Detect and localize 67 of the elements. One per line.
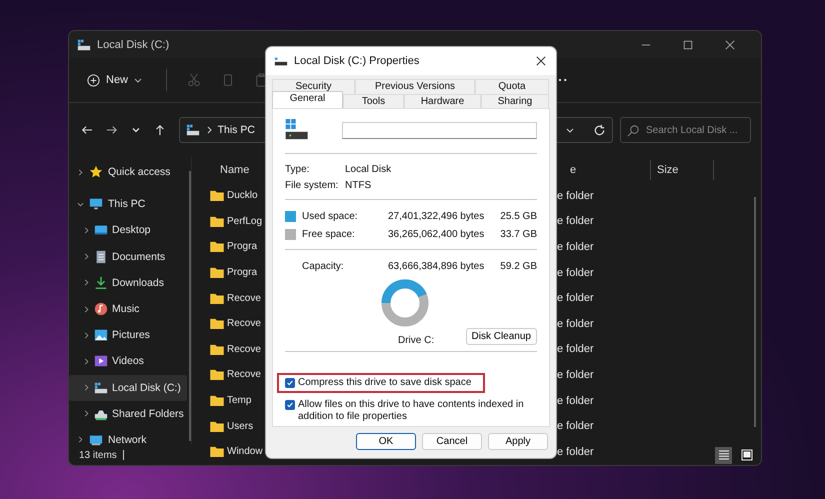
sidebar-item[interactable]: Documents (69, 244, 187, 270)
file-name[interactable]: Recove (227, 292, 263, 304)
search-field[interactable]: Search Local Disk ... (620, 117, 751, 143)
file-name[interactable]: Users (227, 420, 263, 432)
file-name[interactable]: Ducklo (227, 190, 263, 202)
dialog-title: Local Disk (C:) Properties (294, 55, 420, 67)
search-input[interactable]: Search Local Disk ... (646, 124, 746, 136)
space-size: 25.5 GB (500, 210, 537, 222)
file-name[interactable]: Temp (227, 395, 263, 406)
disk-cleanup-button[interactable]: Disk Cleanup (466, 328, 537, 344)
file-type: e folder (557, 240, 594, 253)
dialog-button[interactable]: Cancel (422, 433, 482, 450)
capacity-label: Capacity: (302, 260, 345, 272)
info-value: NTFS (345, 180, 372, 190)
file-name[interactable]: Recove (227, 344, 263, 355)
sidebar-item[interactable]: Local Disk (C:) (69, 374, 187, 401)
file-name[interactable]: Recove (227, 318, 263, 330)
file-type: e folder (557, 292, 594, 304)
checkbox-label[interactable]: Allow files on this drive to have contents indexed in addition to file properties (298, 399, 537, 423)
sidebar-item[interactable]: Music (69, 296, 187, 322)
tab[interactable]: Tools (343, 94, 404, 108)
sidebar-item[interactable]: This PC (69, 191, 187, 218)
info-value: Local Disk (345, 164, 392, 174)
sidebar-item[interactable]: Desktop (69, 217, 187, 244)
column-header[interactable]: e (570, 164, 650, 176)
file-type: e folder (557, 318, 594, 330)
tab[interactable]: Sharing (481, 94, 549, 108)
checkbox-label[interactable]: Compress this drive to save disk space (298, 377, 472, 389)
new-button[interactable]: New (83, 70, 146, 90)
window-title: Local Disk (C:) (97, 38, 170, 50)
file-name[interactable]: Recove (227, 369, 263, 380)
dialog-button[interactable]: OK (356, 433, 416, 450)
sidebar-item[interactable]: Shared Folders (69, 400, 187, 427)
capacity-size: 59.2 GB (500, 260, 537, 272)
file-type: e folder (557, 420, 594, 432)
item-count: 13 items (79, 450, 117, 460)
capacity-bytes: 63,666,384,896 bytes (388, 260, 486, 272)
file-type: e folder (557, 190, 594, 202)
file-type: e folder (557, 215, 594, 228)
file-name[interactable]: Progra (227, 267, 263, 278)
file-type: e folder (557, 394, 594, 407)
file-type: e folder (557, 446, 594, 458)
tab[interactable]: General (272, 91, 343, 108)
file-type: e folder (557, 343, 594, 356)
space-size: 33.7 GB (500, 228, 537, 240)
space-label: Used space: (302, 210, 359, 222)
file-type: e folder (557, 266, 594, 279)
sidebar-item[interactable]: Downloads (69, 270, 187, 296)
sidebar-item[interactable]: Pictures (69, 322, 187, 348)
tab[interactable]: Quota (475, 79, 549, 94)
tab[interactable]: Previous Versions (355, 79, 475, 94)
info-label: File system: (285, 180, 340, 190)
tab[interactable]: Hardware (404, 94, 481, 108)
file-name[interactable]: Progra (227, 241, 263, 252)
space-bytes: 27,401,322,496 bytes (388, 210, 486, 222)
drive-label: Drive C: (398, 334, 434, 346)
file-name[interactable]: PerfLog (227, 216, 263, 227)
space-bytes: 36,265,062,400 bytes (388, 228, 486, 240)
breadcrumb[interactable]: This PC (218, 124, 255, 136)
file-type: e folder (557, 368, 594, 381)
info-label: Type: (285, 164, 310, 174)
column-header[interactable]: Size (650, 160, 714, 180)
space-label: Free space: (302, 228, 356, 240)
file-name[interactable]: Window (227, 446, 263, 458)
sidebar-item[interactable]: Videos (69, 348, 187, 374)
dialog-button[interactable]: Apply (488, 433, 548, 450)
sidebar-item[interactable]: Quick access (69, 159, 187, 186)
